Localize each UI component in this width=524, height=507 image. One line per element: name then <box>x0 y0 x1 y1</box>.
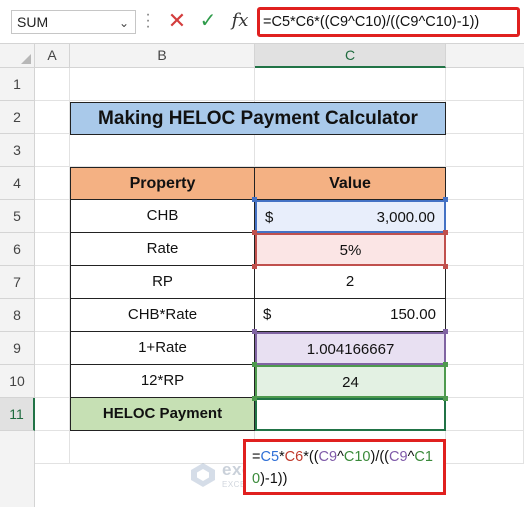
row-header-10[interactable]: 10 <box>0 365 35 398</box>
formula-part: )-1)) <box>260 471 288 487</box>
select-all-corner[interactable] <box>0 44 35 68</box>
grid-cell[interactable] <box>35 266 70 299</box>
grid-cell[interactable] <box>446 68 524 101</box>
ref-handle[interactable] <box>443 329 448 334</box>
formula-ref-c9: C9 <box>318 449 338 465</box>
cell-value-one-plus-rate[interactable]: 1.004166667 <box>255 332 446 365</box>
currency-symbol: $ <box>265 209 274 226</box>
cell-value-chb[interactable]: $ 3,000.00 <box>255 200 446 233</box>
currency-symbol: $ <box>263 306 272 323</box>
ref-handle[interactable] <box>443 396 448 401</box>
name-box[interactable]: SUM ⌄ <box>11 10 136 34</box>
formula-input[interactable]: =C5*C6*((C9^C10)/((C9^C10)-1)) <box>257 7 520 37</box>
grid-cell[interactable] <box>446 266 524 299</box>
grid-cell[interactable] <box>446 365 524 398</box>
formula-ref-c5: C5 <box>260 449 280 465</box>
grid-cell[interactable] <box>446 332 524 365</box>
cell-property-one-plus-rate[interactable]: 1+Rate <box>70 332 255 365</box>
grid-cell[interactable] <box>255 134 446 167</box>
insert-function-icon[interactable]: fx <box>228 9 252 33</box>
cell-value-rate[interactable]: 5% <box>255 233 446 266</box>
ref-handle[interactable] <box>252 362 257 367</box>
column-header-c[interactable]: C <box>255 44 446 68</box>
grid-cell[interactable] <box>35 398 70 431</box>
ref-handle[interactable] <box>252 230 257 235</box>
grid-cell[interactable] <box>70 134 255 167</box>
column-header-d[interactable] <box>446 44 524 68</box>
row-header-8[interactable]: 8 <box>0 299 35 332</box>
ref-handle[interactable] <box>252 396 257 401</box>
row-header-12[interactable] <box>0 431 35 507</box>
cell-property-twelve-rp[interactable]: 12*RP <box>70 365 255 398</box>
grid-cell[interactable] <box>35 134 70 167</box>
column-header-a[interactable]: A <box>35 44 70 68</box>
formula-part: )/(( <box>370 449 390 465</box>
cell-property-chb[interactable]: CHB <box>70 200 255 233</box>
ref-handle[interactable] <box>443 230 448 235</box>
grid-cell[interactable] <box>446 398 524 431</box>
row-header-4[interactable]: 4 <box>0 167 35 200</box>
grid-cell[interactable] <box>35 101 70 134</box>
row-header-11[interactable]: 11 <box>0 398 35 431</box>
grid-cell[interactable] <box>70 68 255 101</box>
name-box-value: SUM <box>17 14 49 30</box>
cell-property-chb-rate[interactable]: CHB*Rate <box>70 299 255 332</box>
column-header-b[interactable]: B <box>70 44 255 68</box>
enter-check-icon[interactable]: ✓ <box>197 9 219 33</box>
row-header-5[interactable]: 5 <box>0 200 35 233</box>
formula-ref-c6: C6 <box>284 449 304 465</box>
grid-cell[interactable] <box>446 200 524 233</box>
exceldemy-logo-icon <box>191 463 215 487</box>
formula-callout: =C5*C6*((C9^C10)/((C9^C10)-1)) <box>243 439 446 495</box>
grid-cell[interactable] <box>35 431 70 464</box>
cell-heloc-payment-active[interactable] <box>255 398 446 431</box>
row-header-9[interactable]: 9 <box>0 332 35 365</box>
row-header-2[interactable]: 2 <box>0 101 35 134</box>
cell-value-twelve-rp[interactable]: 24 <box>255 365 446 398</box>
ref-handle[interactable] <box>252 264 257 269</box>
grid-cell[interactable] <box>255 68 446 101</box>
row-header-1[interactable]: 1 <box>0 68 35 101</box>
grid-cell[interactable] <box>35 68 70 101</box>
header-property[interactable]: Property <box>70 167 255 200</box>
cell-property-rate[interactable]: Rate <box>70 233 255 266</box>
formula-ref-c10: C10 <box>343 449 371 465</box>
select-all-triangle-icon <box>21 54 31 64</box>
grid-cell[interactable] <box>446 431 524 464</box>
row-header-3[interactable]: 3 <box>0 134 35 167</box>
cell-amount: 3,000.00 <box>376 209 435 226</box>
ref-handle[interactable] <box>252 197 257 202</box>
row-header-7[interactable]: 7 <box>0 266 35 299</box>
grid-cell[interactable] <box>35 299 70 332</box>
sheet-title[interactable]: Making HELOC Payment Calculator <box>70 102 446 135</box>
chevron-down-icon[interactable]: ⌄ <box>119 12 129 34</box>
more-options-icon[interactable]: · · · <box>145 7 151 35</box>
cell-heloc-payment-label[interactable]: HELOC Payment <box>70 398 255 431</box>
cell-amount: 150.00 <box>390 306 436 323</box>
cell-value-rp[interactable]: 2 <box>255 266 446 299</box>
header-value[interactable]: Value <box>255 167 446 200</box>
grid-cell[interactable] <box>446 233 524 266</box>
formula-part: ^ <box>337 449 344 465</box>
grid-cell[interactable] <box>35 233 70 266</box>
cell-property-rp[interactable]: RP <box>70 266 255 299</box>
grid-cell[interactable] <box>35 200 70 233</box>
grid-cell[interactable] <box>446 101 524 134</box>
cell-value-chb-rate[interactable]: $ 150.00 <box>255 299 446 332</box>
ref-handle[interactable] <box>252 329 257 334</box>
grid-cell[interactable] <box>446 134 524 167</box>
ref-handle[interactable] <box>443 197 448 202</box>
grid-cell[interactable] <box>35 365 70 398</box>
ref-handle[interactable] <box>443 362 448 367</box>
grid-cell[interactable] <box>446 299 524 332</box>
ref-handle[interactable] <box>443 264 448 269</box>
formula-part: *(( <box>303 449 319 465</box>
grid-cell[interactable] <box>35 332 70 365</box>
row-header-6[interactable]: 6 <box>0 233 35 266</box>
formula-ref-c9: C9 <box>389 449 408 465</box>
grid-cell[interactable] <box>446 167 524 200</box>
cancel-icon[interactable]: ✕ <box>166 9 188 33</box>
grid-cell[interactable] <box>35 167 70 200</box>
